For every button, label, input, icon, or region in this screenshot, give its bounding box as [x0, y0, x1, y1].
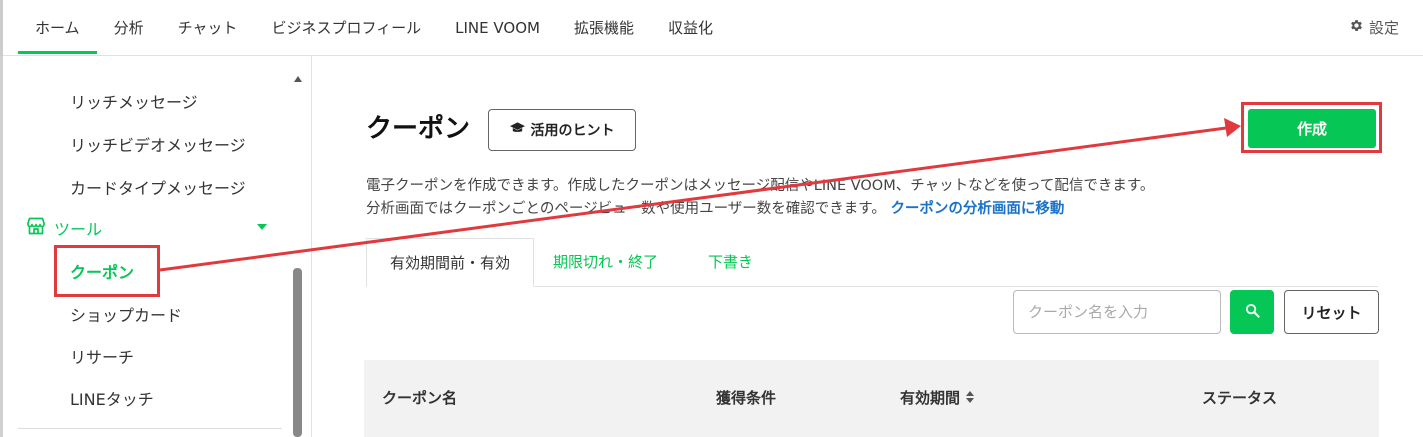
column-validity-period[interactable]: 有効期間 — [900, 360, 975, 437]
scroll-up-icon[interactable] — [294, 76, 302, 82]
tab-chat[interactable]: チャット — [161, 0, 255, 56]
scrollbar-thumb[interactable] — [293, 268, 302, 437]
highlight-box-coupon — [54, 245, 160, 297]
main-content: クーポン 活用のヒント 作成 電子クーポンを作成できます。作成したクーポンはメッ… — [312, 56, 1423, 437]
window-edge — [0, 0, 3, 56]
coupon-tabs: 有効期間前・有効 期限切れ・終了 下書き — [366, 238, 1378, 287]
top-navigation: ホーム 分析 チャット ビジネスプロフィール LINE VOOM 拡張機能 収益… — [0, 0, 1423, 56]
tab-expired-coupons[interactable]: 期限切れ・終了 — [553, 238, 658, 286]
gear-icon — [1349, 0, 1364, 56]
tab-home[interactable]: ホーム — [18, 0, 97, 56]
sort-icon[interactable] — [966, 360, 975, 437]
sidebar-divider — [18, 428, 282, 429]
sidebar-item-line-touch[interactable]: LINEタッチ — [70, 386, 154, 410]
description-line-2: 分析画面ではクーポンごとのページビュー数や使用ユーザー数を確認できます。 クーポ… — [366, 198, 1154, 221]
sidebar-section-tools[interactable]: ツール — [26, 216, 102, 240]
top-tabs: ホーム 分析 チャット ビジネスプロフィール LINE VOOM 拡張機能 収益… — [18, 0, 730, 56]
search-button[interactable] — [1230, 290, 1274, 334]
tab-line-voom[interactable]: LINE VOOM — [438, 0, 557, 56]
highlight-box-create — [1241, 102, 1382, 153]
sidebar-item-research[interactable]: リサーチ — [70, 344, 134, 368]
coupon-analytics-link[interactable]: クーポンの分析画面に移動 — [890, 201, 1064, 217]
window-edge — [0, 56, 3, 437]
description-line-1: 電子クーポンを作成できます。作成したクーポンはメッセージ配信やLINE VOOM… — [366, 178, 1155, 194]
tab-draft-coupons[interactable]: 下書き — [708, 238, 753, 286]
sidebar-item-rich-video-message[interactable]: リッチビデオメッセージ — [70, 132, 246, 156]
page-title: クーポン — [366, 114, 471, 144]
sidebar: リッチメッセージ リッチビデオメッセージ カードタイプメッセージ ツール クーポ… — [0, 56, 312, 437]
column-acquisition-condition: 獲得条件 — [716, 389, 777, 407]
caret-down-icon[interactable] — [257, 224, 267, 230]
search-icon — [1245, 303, 1260, 321]
description-text: 分析画面ではクーポンごとのページビュー数や使用ユーザー数を確認できます。 — [366, 201, 886, 217]
tab-analytics[interactable]: 分析 — [97, 0, 161, 56]
settings-label: 設定 — [1368, 19, 1399, 37]
reset-button[interactable]: リセット — [1284, 290, 1379, 334]
sidebar-item-rich-message[interactable]: リッチメッセージ — [70, 89, 198, 113]
shop-icon — [26, 216, 46, 240]
tips-button-label: 活用のヒント — [530, 123, 615, 139]
settings-link[interactable]: 設定 — [1349, 0, 1399, 56]
column-coupon-name: クーポン名 — [382, 389, 458, 407]
coupon-search-input[interactable] — [1013, 290, 1221, 334]
graduation-cap-icon — [509, 122, 525, 138]
sidebar-item-card-type-message[interactable]: カードタイプメッセージ — [70, 175, 246, 199]
page-description: 電子クーポンを作成できます。作成したクーポンはメッセージ配信やLINE VOOM… — [366, 175, 1154, 221]
column-status: ステータス — [1202, 389, 1278, 407]
tips-button[interactable]: 活用のヒント — [488, 109, 636, 151]
sidebar-item-shop-card[interactable]: ショップカード — [70, 302, 182, 326]
column-validity-period-label: 有効期間 — [900, 389, 961, 407]
tab-monetization[interactable]: 収益化 — [651, 0, 730, 56]
tab-extensions[interactable]: 拡張機能 — [557, 0, 651, 56]
sidebar-section-label: ツール — [54, 220, 103, 239]
coupon-table-header: クーポン名 獲得条件 有効期間 ステータス — [364, 360, 1379, 437]
tab-active-coupons[interactable]: 有効期間前・有効 — [366, 238, 534, 287]
tab-business-profile[interactable]: ビジネスプロフィール — [254, 0, 438, 56]
